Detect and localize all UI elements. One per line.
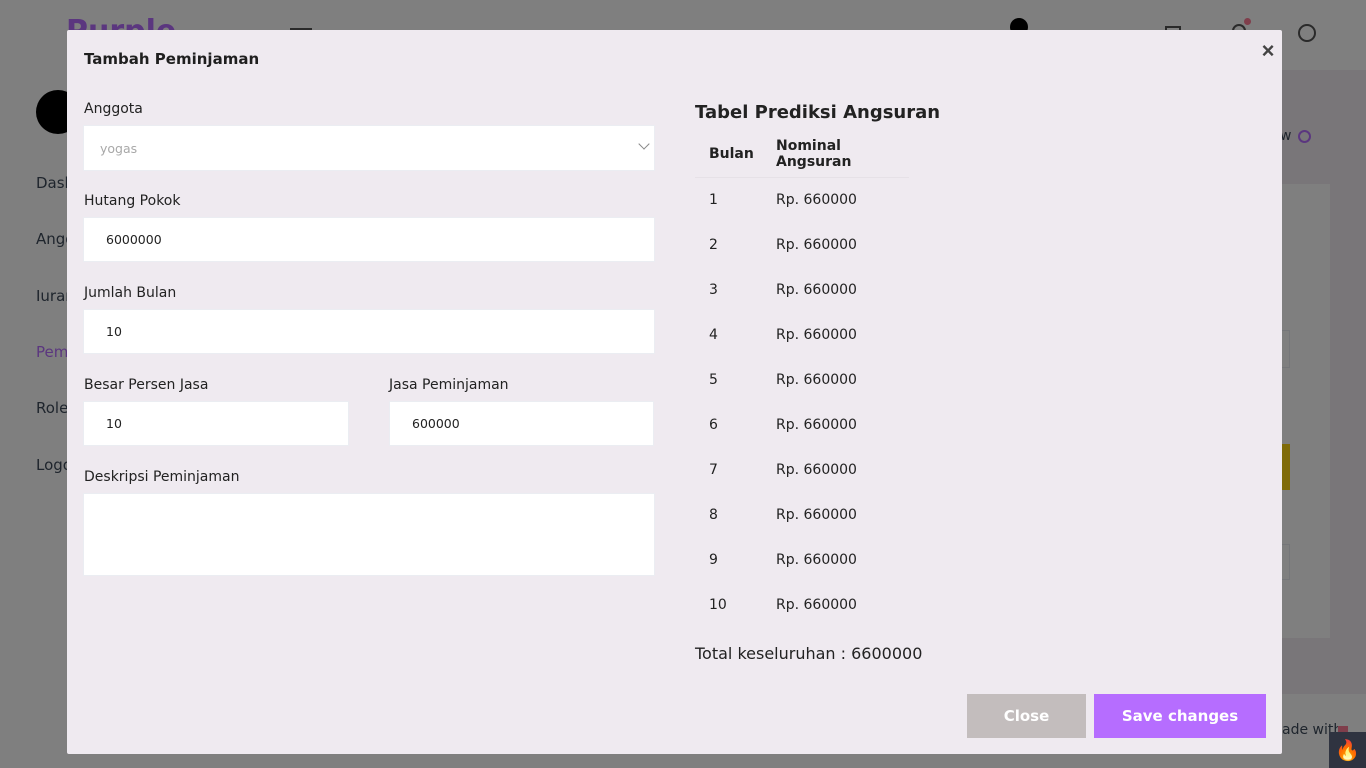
column-header-nominal: Nominal Angsuran (762, 132, 909, 178)
jasa-peminjaman-label: Jasa Peminjaman (389, 377, 509, 393)
table-row: 2 Rp. 660000 (695, 222, 909, 267)
table-row: 10 Rp. 660000 (695, 582, 909, 627)
cell-nominal: Rp. 660000 (776, 326, 857, 343)
cell-bulan: 2 (709, 236, 718, 253)
table-row: 7 Rp. 660000 (695, 447, 909, 492)
chevron-down-icon (638, 138, 650, 150)
flame-icon[interactable]: 🔥 (1329, 732, 1366, 768)
modal-title: Tambah Peminjaman (84, 50, 260, 68)
cell-nominal: Rp. 660000 (776, 371, 857, 388)
deskripsi-textarea[interactable] (83, 493, 655, 576)
cell-bulan: 4 (709, 326, 718, 343)
cell-bulan: 5 (709, 371, 718, 388)
cell-nominal: Rp. 660000 (776, 416, 857, 433)
cell-nominal: Rp. 660000 (776, 281, 857, 298)
cell-nominal: Rp. 660000 (776, 551, 857, 568)
cell-bulan: 6 (709, 416, 718, 433)
anggota-select[interactable]: yogas (83, 125, 655, 171)
cell-bulan: 10 (709, 596, 727, 613)
table-row: 9 Rp. 660000 (695, 537, 909, 582)
table-header-row: Bulan Nominal Angsuran (695, 132, 909, 178)
deskripsi-label: Deskripsi Peminjaman (84, 469, 240, 485)
jumlah-bulan-input[interactable]: 10 (83, 309, 655, 354)
besar-persen-jasa-input[interactable]: 10 (83, 401, 349, 446)
cell-nominal: Rp. 660000 (776, 506, 857, 523)
table-row: 6 Rp. 660000 (695, 402, 909, 447)
table-row: 5 Rp. 660000 (695, 357, 909, 402)
anggota-selected-value: yogas (100, 140, 138, 156)
hutang-pokok-input[interactable]: 6000000 (83, 217, 655, 262)
cell-nominal: Rp. 660000 (776, 461, 857, 478)
cell-bulan: 7 (709, 461, 718, 478)
table-title: Tabel Prediksi Angsuran (695, 102, 941, 123)
besar-persen-jasa-label: Besar Persen Jasa (84, 377, 209, 393)
total-amount: Total keseluruhan : 6600000 (695, 644, 923, 663)
close-button[interactable]: Close (967, 694, 1086, 738)
save-changes-button[interactable]: Save changes (1094, 694, 1266, 738)
hutang-pokok-label: Hutang Pokok (84, 193, 181, 209)
jumlah-bulan-label: Jumlah Bulan (84, 285, 177, 301)
table-row: 8 Rp. 660000 (695, 492, 909, 537)
jasa-peminjaman-input[interactable]: 600000 (389, 401, 654, 446)
cell-bulan: 8 (709, 506, 718, 523)
cell-bulan: 3 (709, 281, 718, 298)
table-row: 1 Rp. 660000 (695, 177, 909, 222)
cell-nominal: Rp. 660000 (776, 596, 857, 613)
anggota-label: Anggota (84, 101, 143, 117)
cell-bulan: 9 (709, 551, 718, 568)
add-loan-modal: Tambah Peminjaman × Anggota yogas Hutang… (67, 30, 1282, 754)
table-row: 4 Rp. 660000 (695, 312, 909, 357)
cell-nominal: Rp. 660000 (776, 236, 857, 253)
installment-table: Bulan Nominal Angsuran 1 Rp. 660000 2 Rp. … (695, 132, 909, 627)
table-row: 3 Rp. 660000 (695, 267, 909, 312)
close-icon[interactable]: × (1256, 38, 1280, 64)
cell-nominal: Rp. 660000 (776, 191, 857, 208)
cell-bulan: 1 (709, 191, 718, 208)
column-header-bulan: Bulan (695, 132, 762, 178)
